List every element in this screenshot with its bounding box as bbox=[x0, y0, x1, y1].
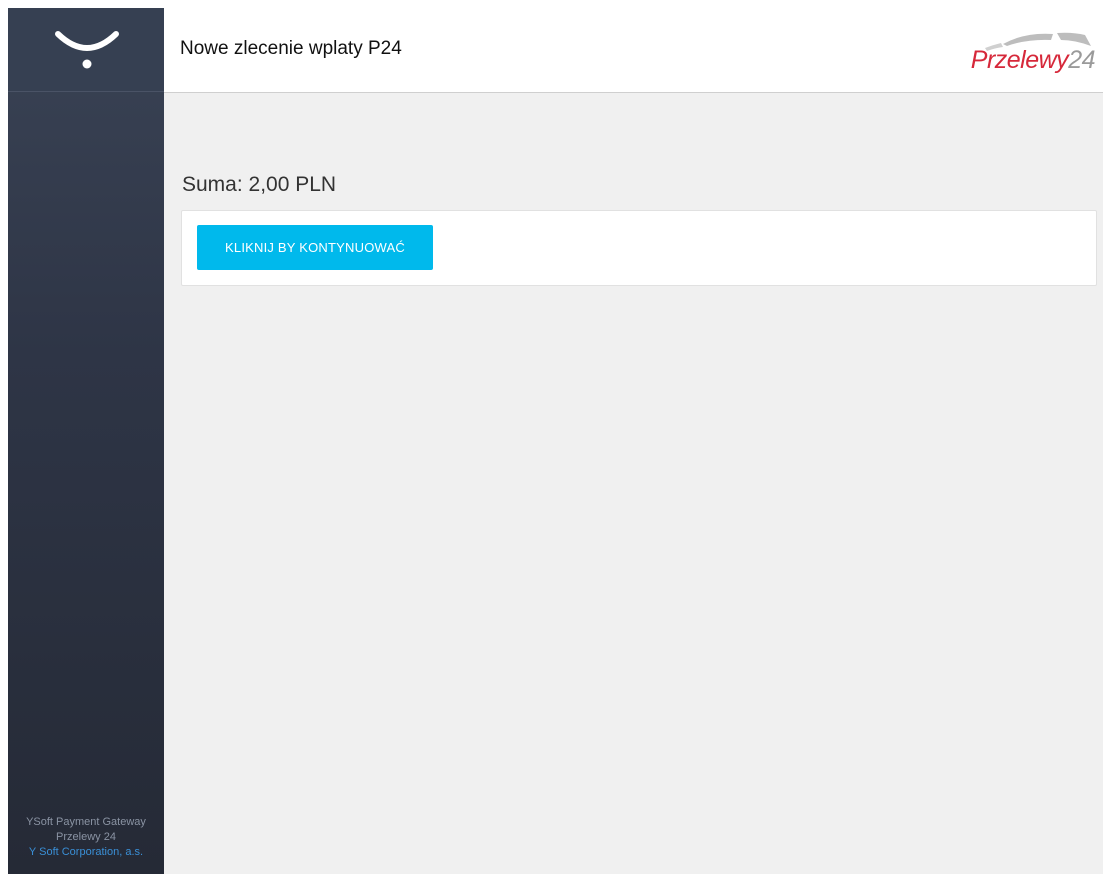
page: YSoft Payment Gateway Przelewy 24 Y Soft… bbox=[0, 0, 1103, 874]
sidebar-logo-area bbox=[8, 8, 164, 92]
payment-panel: KLIKNIJ BY KONTYNUOWAĆ bbox=[181, 210, 1097, 286]
ysoft-smile-logo-icon bbox=[55, 31, 119, 69]
przelewy24-wordmark-number: 24 bbox=[1068, 46, 1095, 74]
header: Nowe zlecenie wplaty P24 Przelewy24 bbox=[164, 8, 1103, 93]
przelewy24-logo: Przelewy24 bbox=[945, 16, 1095, 86]
page-title: Nowe zlecenie wplaty P24 bbox=[180, 38, 402, 59]
footer-product-name: YSoft Payment Gateway bbox=[26, 816, 146, 828]
footer-company-link[interactable]: Y Soft Corporation, a.s. bbox=[8, 845, 164, 860]
sidebar: YSoft Payment Gateway Przelewy 24 Y Soft… bbox=[8, 8, 164, 874]
payment-sum-label: Suma: 2,00 PLN bbox=[182, 173, 337, 196]
main-content: Suma: 2,00 PLN KLIKNIJ BY KONTYNUOWAĆ bbox=[164, 93, 1103, 874]
sidebar-footer: YSoft Payment Gateway Przelewy 24 Y Soft… bbox=[8, 815, 164, 860]
continue-button[interactable]: KLIKNIJ BY KONTYNUOWAĆ bbox=[197, 225, 433, 270]
przelewy24-wordmark: Przelewy24 bbox=[970, 46, 1096, 75]
footer-gateway-name: Przelewy 24 bbox=[56, 831, 116, 843]
przelewy24-wordmark-name: Przelewy bbox=[970, 46, 1069, 74]
